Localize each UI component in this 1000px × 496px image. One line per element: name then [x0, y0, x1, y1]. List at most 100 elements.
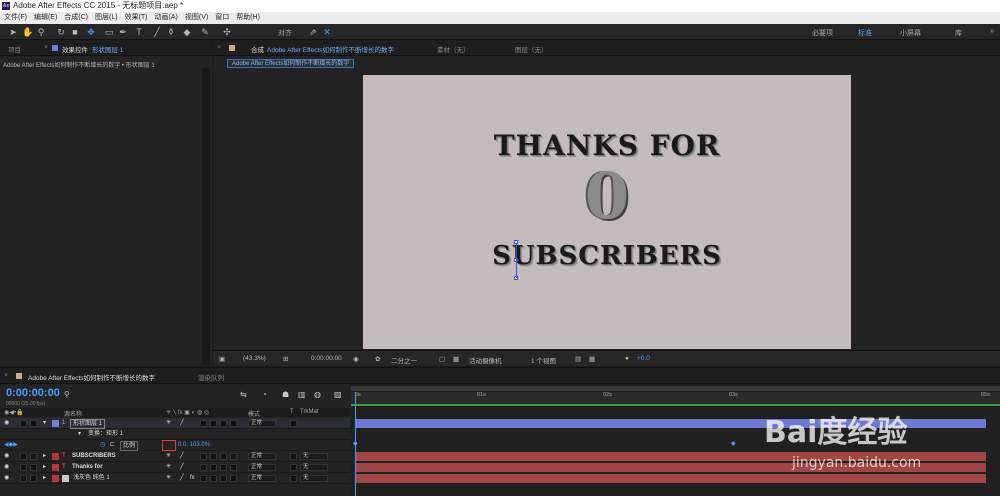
expand-icon[interactable]: ▾ [43, 418, 46, 429]
audio-switch[interactable] [20, 464, 27, 471]
close-icon[interactable]: × [4, 372, 8, 379]
eye-icon[interactable]: ◉ [4, 462, 9, 473]
puppet-tool-icon[interactable]: ✣ [222, 27, 232, 37]
audio-switch[interactable] [20, 453, 27, 460]
layer-name[interactable]: Thanks for [72, 462, 103, 473]
menu-help[interactable]: 帮助(H) [236, 12, 260, 24]
switch[interactable] [200, 420, 207, 427]
audio-switch[interactable] [20, 475, 27, 482]
label-color[interactable] [52, 453, 59, 460]
switch[interactable] [230, 475, 237, 482]
quality-icon[interactable]: ╱ [180, 462, 184, 473]
menu-composition[interactable]: 合成(C) [64, 12, 88, 24]
switch[interactable] [210, 464, 217, 471]
tab-composition-prefix[interactable]: 合成 [251, 44, 264, 54]
comp-mini-flowchart-icon[interactable]: ⇆ [240, 390, 247, 399]
workspace-libraries[interactable]: 库 [955, 28, 962, 38]
switch[interactable] [230, 464, 237, 471]
layer-row[interactable]: ◉ ▸ T SUBSCRIBERS ✳ ╱ 正常 无 [0, 451, 350, 462]
shy-icon[interactable]: ✳ [166, 473, 171, 484]
draft-3d-icon[interactable]: ◔ [262, 390, 267, 399]
expand-icon[interactable]: ▸ [43, 473, 46, 484]
composition-viewer[interactable]: THANKS FOR 0 SUBSCRIBERS [363, 75, 851, 349]
layer-row[interactable]: ◉ ▾ 1 形状图层 1 ✳ ╱ 正常 [0, 418, 350, 429]
shy-icon[interactable]: ✳ [166, 418, 171, 429]
tab-effect-controls-layer[interactable]: 形状图层 1 [92, 44, 123, 54]
solo-switch[interactable] [30, 420, 37, 427]
frame-blending-icon[interactable]: ▥ [298, 390, 306, 399]
property-name[interactable]: 变换：矩形 1 [88, 429, 123, 440]
timeline-timecode[interactable]: 0:00:00:00 [6, 387, 60, 399]
tab-layer[interactable]: 图层（无） [515, 44, 548, 54]
link-icon[interactable]: ⊏ [110, 440, 115, 451]
preserve-transparency-switch[interactable] [290, 475, 297, 482]
workspace-essentials[interactable]: 必要项 [812, 28, 833, 38]
preserve-transparency-switch[interactable] [290, 464, 297, 471]
close-icon[interactable]: × [44, 44, 48, 51]
col-mode[interactable]: 模式 [248, 409, 260, 418]
mode-dropdown[interactable]: 正常 [248, 464, 276, 471]
eye-icon[interactable]: ◉ [4, 418, 9, 429]
resolution-dropdown[interactable]: 二分之一 [391, 355, 417, 365]
layer-name[interactable]: 浅灰色 纯色 1 [73, 473, 110, 484]
trkmat-dropdown[interactable]: 无 [300, 453, 328, 460]
quality-icon[interactable]: ╱ [180, 473, 184, 484]
solo-switch[interactable] [30, 453, 37, 460]
search-icon[interactable]: ⚲ [64, 390, 70, 399]
switch[interactable] [200, 464, 207, 471]
views-dropdown[interactable]: 1 个视图 [531, 355, 556, 365]
region-of-interest-icon[interactable]: ▢ [439, 355, 445, 363]
selection-tool-icon[interactable]: ➤ [8, 27, 18, 37]
timeline-icon[interactable]: ▦ [589, 355, 595, 363]
tab-render-queue[interactable]: 渲染队列 [198, 372, 224, 382]
preserve-transparency-switch[interactable] [290, 453, 297, 460]
keyframe-icon[interactable]: ◆ [731, 440, 736, 447]
shy-layers-icon[interactable]: ☗ [282, 390, 289, 399]
expand-icon[interactable]: ▸ [43, 451, 46, 462]
mode-dropdown[interactable]: 正常 [248, 475, 276, 482]
switch[interactable] [230, 453, 237, 460]
menu-effect[interactable]: 效果(T) [125, 12, 148, 24]
expand-icon[interactable]: ▸ [43, 462, 46, 473]
scrollbar[interactable] [202, 68, 210, 364]
preserve-transparency-switch[interactable] [290, 420, 297, 427]
lock-icon[interactable]: × [217, 44, 221, 51]
eraser-tool-icon[interactable]: ◆ [182, 27, 192, 37]
switch[interactable] [230, 420, 237, 427]
fx-icon[interactable]: fx [190, 473, 195, 484]
audio-switch[interactable] [20, 420, 27, 427]
current-time[interactable]: 0:00:00:00 [311, 355, 342, 362]
menu-layer[interactable]: 图层(L) [95, 12, 118, 24]
mode-dropdown[interactable]: 正常 [248, 420, 276, 427]
stopwatch-icon[interactable]: ◷ [100, 440, 105, 451]
switch[interactable] [200, 475, 207, 482]
pen-tool-icon[interactable]: ✒ [118, 27, 128, 37]
eye-icon[interactable]: ◉ [4, 473, 9, 484]
switch[interactable] [220, 420, 227, 427]
trkmat-dropdown[interactable]: 无 [300, 475, 328, 482]
menu-window[interactable]: 窗口 [215, 12, 229, 24]
tab-composition-name[interactable]: Adobe After Effects如何制作不断增长的数字 [267, 44, 394, 54]
expand-icon[interactable]: ▾ [78, 429, 81, 440]
label-color[interactable] [52, 475, 59, 482]
layer-row[interactable]: ◉ ▸ T Thanks for ✳ ╱ 正常 无 [0, 462, 350, 473]
workspace-standard[interactable]: 标准 [858, 28, 872, 38]
comp-breadcrumb[interactable]: Adobe After Effects如何制作不断增长的数字 [227, 59, 355, 68]
exposure-value[interactable]: +0.0 [637, 355, 650, 362]
col-source-name[interactable]: 源名称 [64, 409, 82, 418]
motion-blur-icon[interactable]: ◍ [314, 390, 321, 399]
solo-switch[interactable] [30, 475, 37, 482]
hand-tool-icon[interactable]: ✋ [22, 27, 33, 37]
color-channels-icon[interactable]: ✿ [375, 355, 380, 363]
type-tool-icon[interactable]: T [134, 27, 144, 37]
layer-name[interactable]: SUBSCRIBERS [72, 451, 116, 462]
pan-behind-tool-icon[interactable]: ✥ [86, 27, 96, 37]
solo-switch[interactable] [30, 464, 37, 471]
current-time-indicator[interactable] [355, 392, 356, 496]
tab-project[interactable]: 项目 [8, 44, 21, 54]
rectangle-tool-icon[interactable]: ▭ [104, 27, 114, 37]
rotate-tool-icon[interactable]: ↻ [56, 27, 66, 37]
menu-animation[interactable]: 动画(A) [155, 12, 178, 24]
trkmat-dropdown[interactable]: 无 [300, 464, 328, 471]
clone-stamp-tool-icon[interactable]: ⚱ [166, 27, 176, 37]
